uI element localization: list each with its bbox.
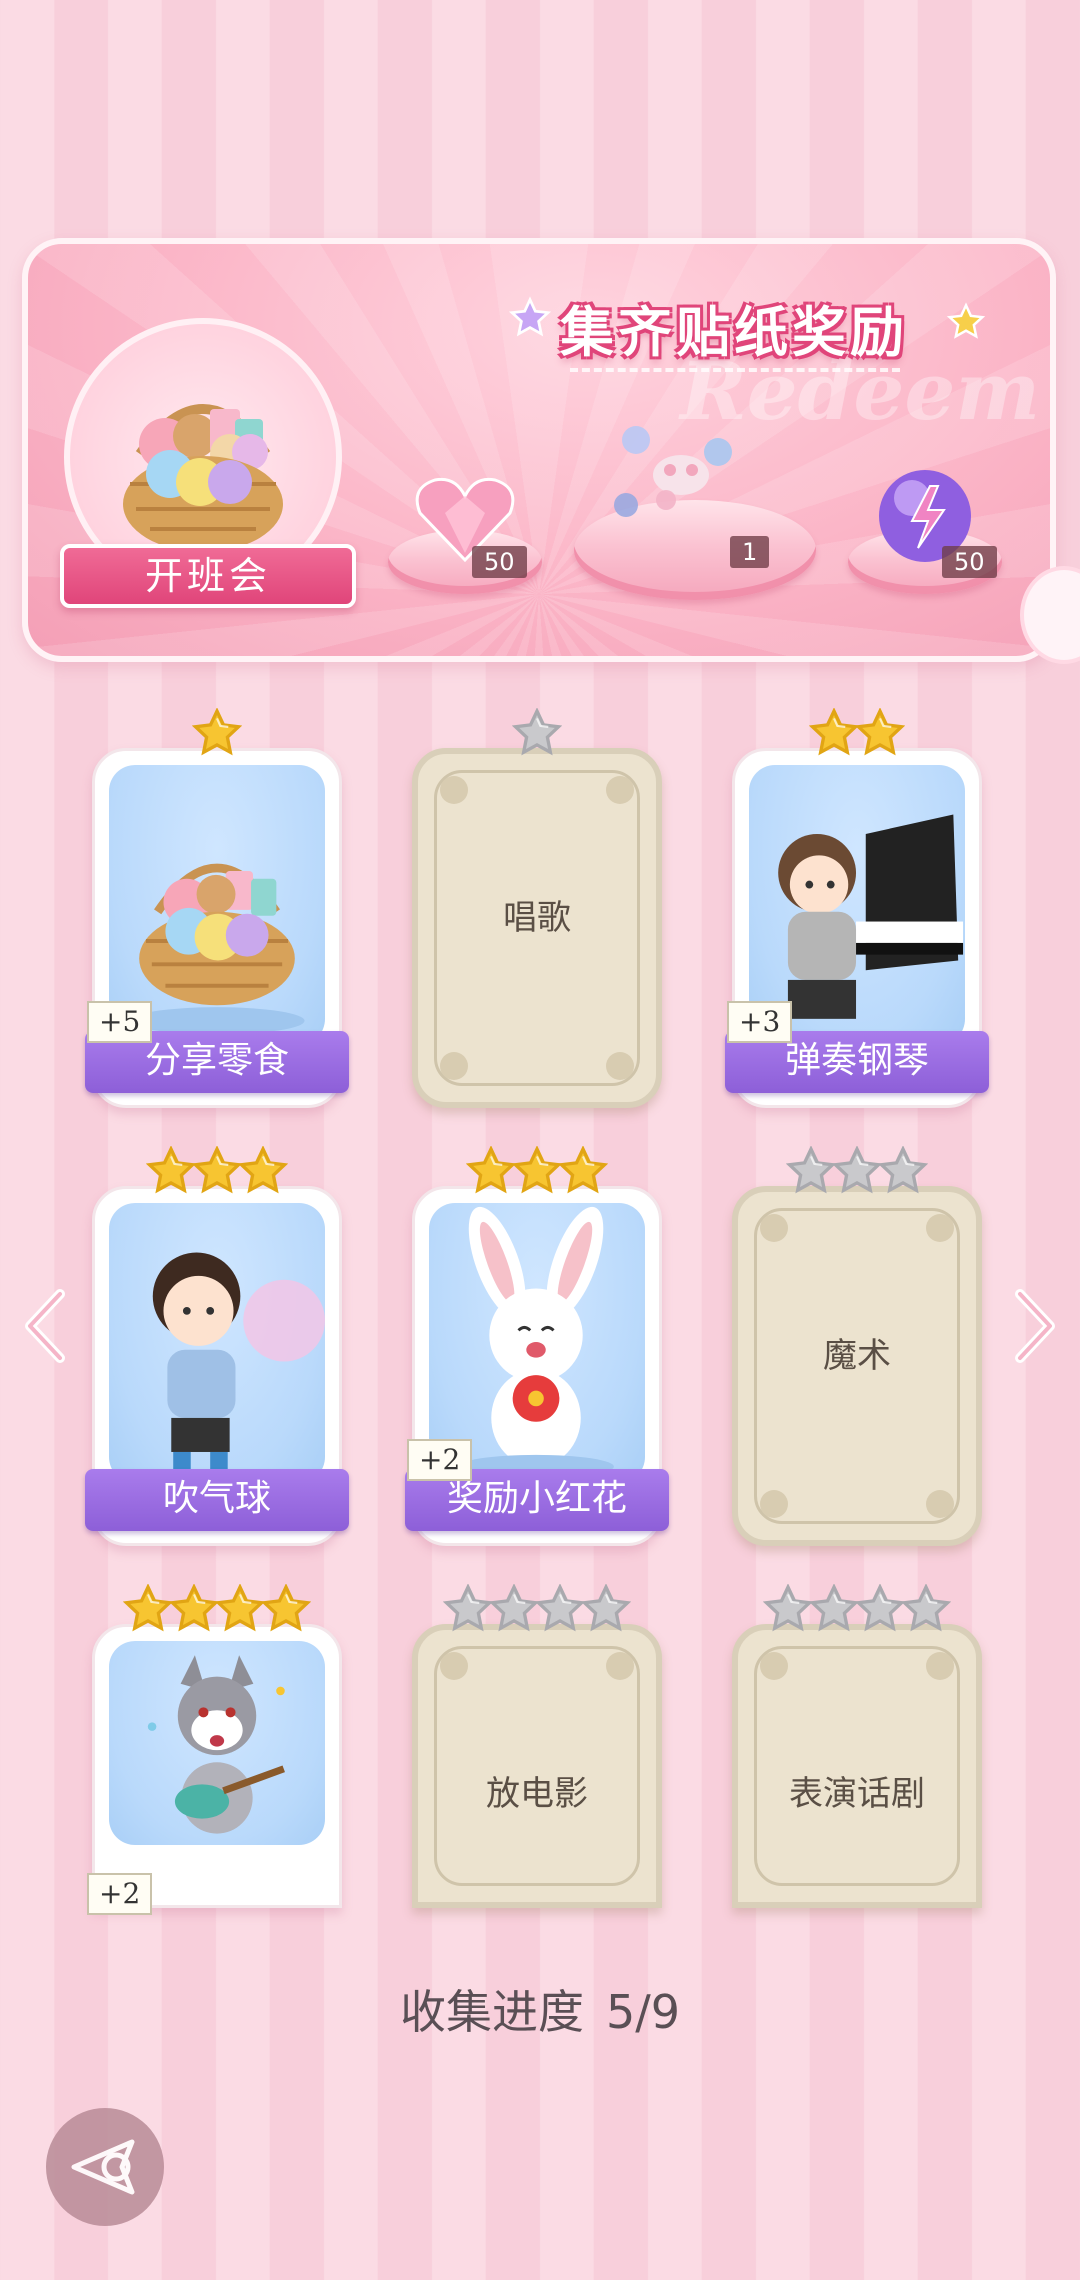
title-underline — [570, 368, 900, 372]
sticker-card[interactable]: 魔术 — [732, 1186, 982, 1546]
sticker-card[interactable]: 奖励小红花 +2 — [405, 1186, 669, 1546]
star-rating — [123, 1584, 311, 1634]
star-icon — [855, 1584, 905, 1632]
sticker-card[interactable]: 唱歌 — [412, 748, 662, 1108]
back-arrow-icon — [71, 2139, 135, 2195]
star-icon — [169, 1584, 219, 1632]
sticker-name: 吹气球 — [85, 1469, 349, 1531]
star-icon — [261, 1584, 311, 1632]
sticker-card[interactable]: 弹奏钢琴 +3 — [725, 748, 989, 1108]
purple-star-icon — [508, 296, 552, 337]
star-rating — [466, 1146, 608, 1196]
banner-title: 集齐贴纸奖励 — [560, 301, 908, 364]
star-icon — [581, 1584, 631, 1632]
star-icon — [512, 1146, 562, 1194]
star-icon — [238, 1146, 288, 1194]
yellow-star-icon — [946, 302, 986, 339]
bonus-tag: +2 — [407, 1439, 473, 1481]
star-icon — [215, 1584, 265, 1632]
star-icon — [512, 708, 562, 756]
star-icon — [901, 1584, 951, 1632]
star-icon — [443, 1584, 493, 1632]
event-name-label: 开班会 — [60, 544, 356, 608]
collection-progress: 收集进度 5/9 — [0, 1976, 1080, 2042]
wolf-guitar-sticker-art — [109, 1641, 325, 1845]
star-icon — [558, 1146, 608, 1194]
progress-value: 5/9 — [605, 1985, 681, 2039]
star-icon — [809, 708, 859, 756]
star-rating — [786, 1146, 928, 1196]
locked-sticker-name: 魔术 — [823, 1335, 891, 1376]
star-rating — [443, 1584, 631, 1634]
star-icon — [763, 1584, 813, 1632]
back-button[interactable] — [46, 2108, 164, 2226]
sticker-card[interactable]: 表演话剧 — [732, 1624, 982, 1908]
prev-page-arrow-icon[interactable] — [20, 1286, 70, 1366]
locked-sticker-name: 唱歌 — [503, 897, 571, 938]
sticker-card[interactable]: +2 — [87, 1624, 342, 1915]
locked-sticker-name: 放电影 — [486, 1773, 588, 1814]
locked-sticker-name: 表演话剧 — [789, 1773, 925, 1814]
star-rating — [192, 708, 242, 758]
bubble-toy-icon[interactable] — [606, 420, 756, 530]
star-rating — [512, 708, 562, 758]
bonus-tag: +3 — [727, 1001, 793, 1043]
star-icon — [123, 1584, 173, 1632]
star-icon — [809, 1584, 859, 1632]
bonus-tag: +5 — [87, 1001, 153, 1043]
reward-count: 50 — [472, 546, 527, 578]
star-icon — [489, 1584, 539, 1632]
bonus-tag: +2 — [87, 1873, 153, 1915]
star-icon — [855, 708, 905, 756]
star-icon — [878, 1146, 928, 1194]
star-rating — [809, 708, 905, 758]
star-rating — [146, 1146, 288, 1196]
star-icon — [466, 1146, 516, 1194]
star-icon — [146, 1146, 196, 1194]
progress-label: 收集进度 — [399, 1985, 584, 2039]
star-rating — [763, 1584, 951, 1634]
sticker-card[interactable]: 分享零食 +5 — [85, 748, 349, 1108]
boy-balloon-sticker-art — [109, 1203, 325, 1483]
sticker-card[interactable]: 吹气球 — [85, 1186, 349, 1546]
reward-count: 1 — [730, 536, 770, 568]
sticker-card[interactable]: 放电影 — [412, 1624, 662, 1908]
next-page-arrow-icon[interactable] — [1010, 1286, 1060, 1366]
reward-count: 50 — [942, 546, 997, 578]
star-icon — [192, 1146, 242, 1194]
star-icon — [832, 1146, 882, 1194]
star-icon — [535, 1584, 585, 1632]
star-icon — [192, 708, 242, 756]
star-icon — [786, 1146, 836, 1194]
